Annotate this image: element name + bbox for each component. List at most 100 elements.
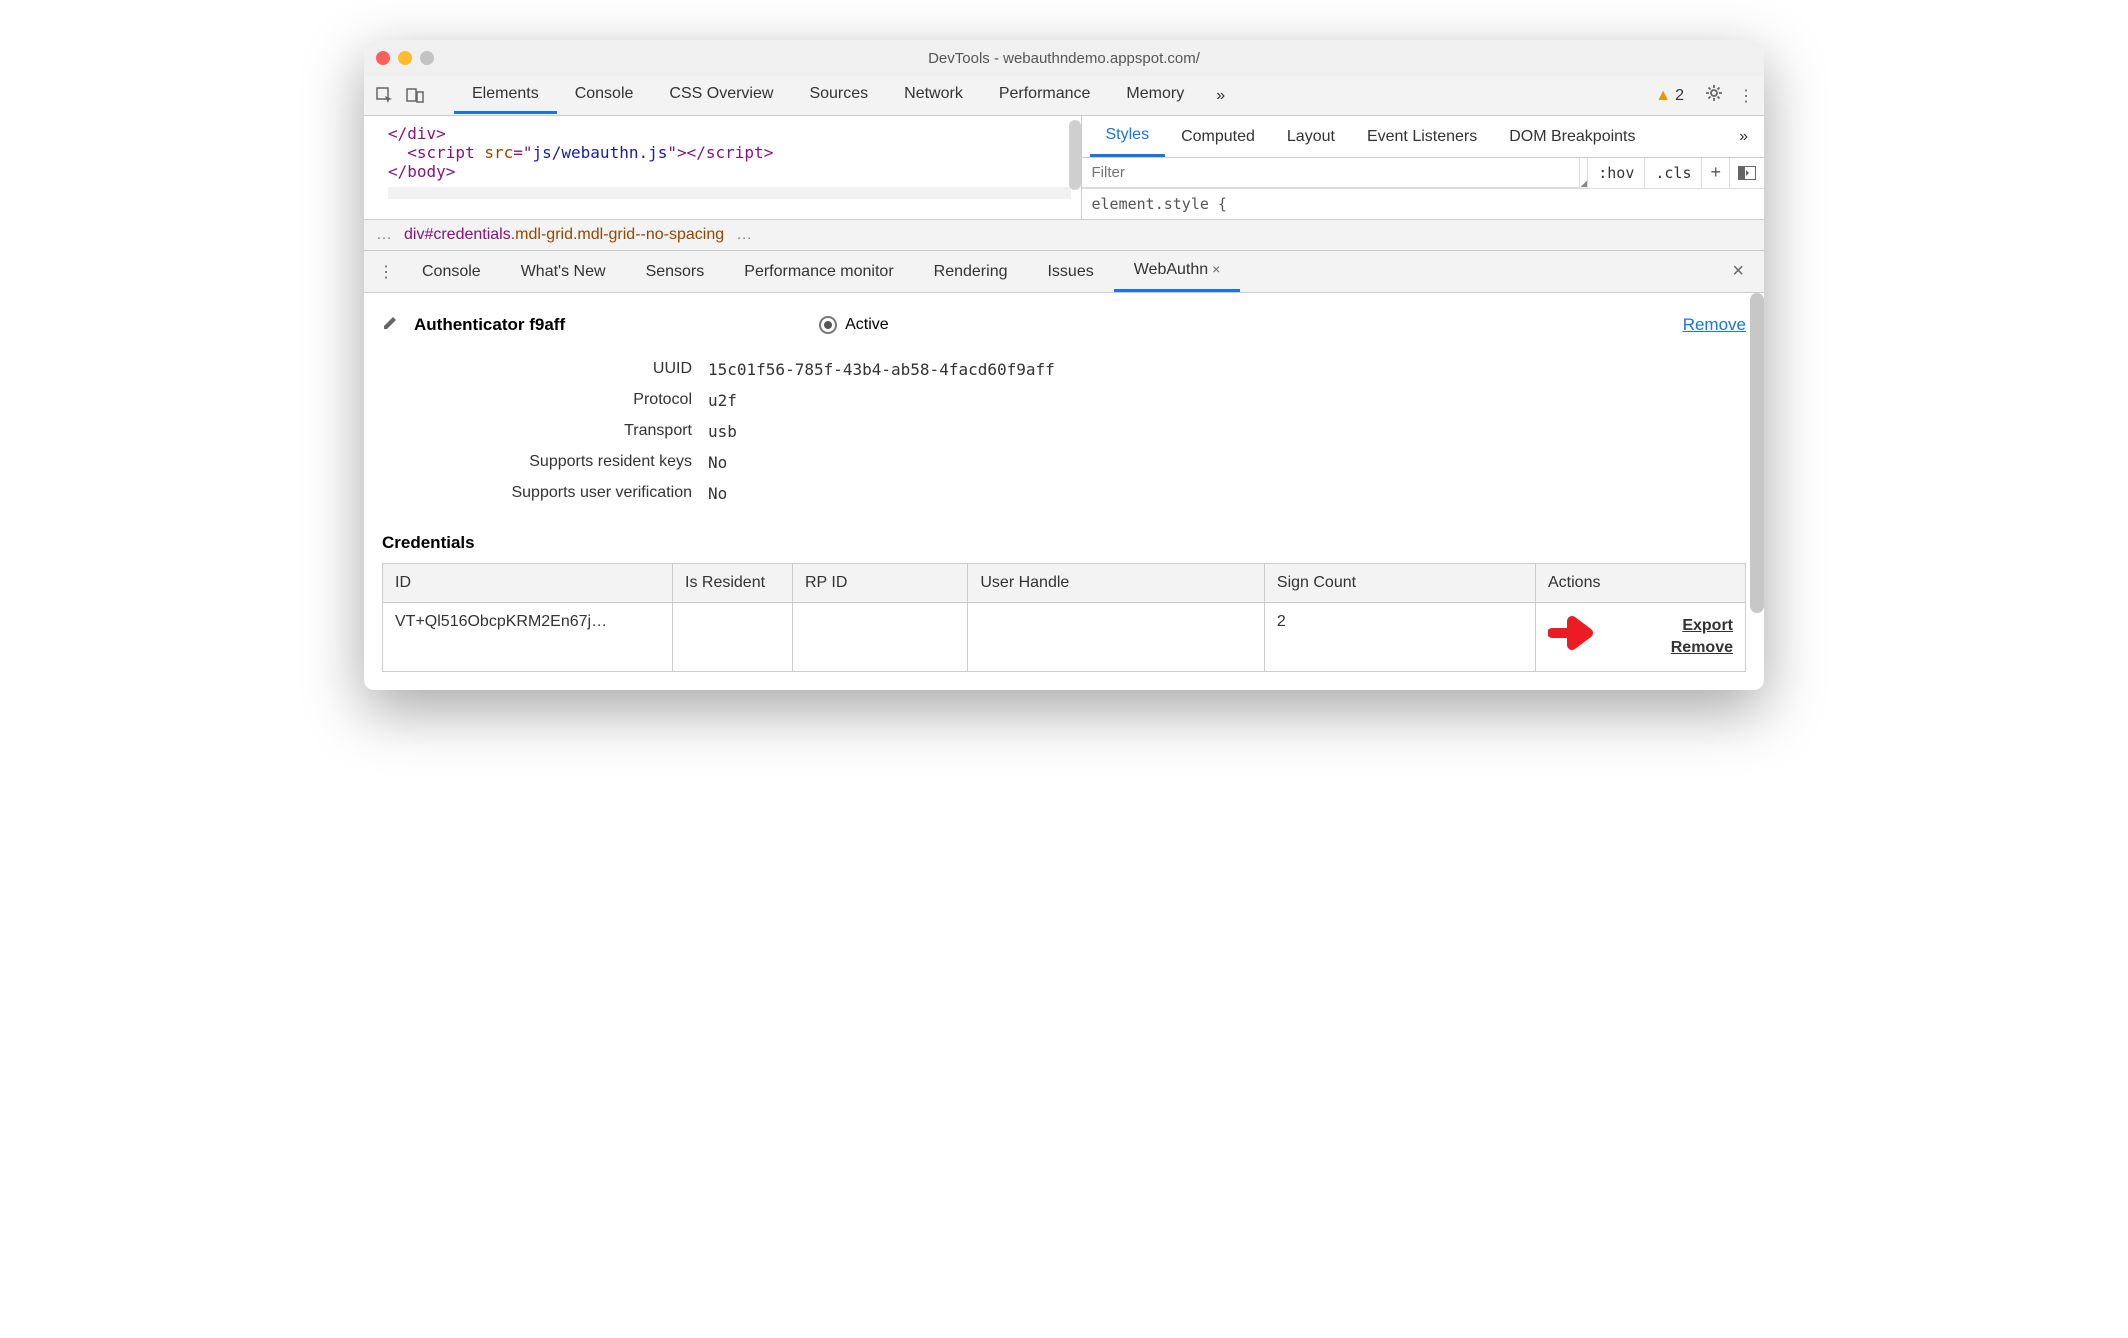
- cred-sign-count: 2: [1264, 603, 1535, 672]
- drawer-tabs: ⋮ Console What's New Sensors Performance…: [364, 251, 1764, 293]
- cred-id: VT+Ql516ObcpKRM2En67j…: [383, 603, 673, 672]
- cls-toggle[interactable]: .cls: [1644, 158, 1701, 188]
- drawer-menu-icon[interactable]: ⋮: [370, 262, 402, 282]
- uuid-value: 15c01f56-785f-43b4-ab58-4facd60f9aff: [708, 360, 1055, 379]
- breadcrumb-right-ellipsis[interactable]: …: [736, 226, 752, 244]
- styles-filter-input[interactable]: [1082, 158, 1581, 188]
- protocol-value: u2f: [708, 391, 737, 410]
- cred-actions: Export Remove: [1536, 603, 1746, 672]
- transport-value: usb: [708, 422, 737, 441]
- devtools-window: DevTools - webauthndemo.appspot.com/ Ele…: [364, 40, 1764, 690]
- webauthn-panel: Authenticator f9aff Active Remove UUID 15…: [364, 293, 1764, 690]
- breadcrumb-left-ellipsis[interactable]: …: [376, 226, 392, 244]
- more-styles-tabs-icon[interactable]: »: [1731, 128, 1756, 146]
- settings-icon[interactable]: [1704, 83, 1724, 108]
- resize-corner-icon: ◢: [1580, 181, 1587, 188]
- source-line: </div>: [388, 124, 446, 143]
- edit-icon[interactable]: [382, 313, 400, 336]
- main-tabs: Elements Console CSS Overview Sources Ne…: [454, 77, 1202, 114]
- window-title: DevTools - webauthndemo.appspot.com/: [928, 50, 1200, 67]
- window-controls: [376, 51, 434, 65]
- credentials-title: Credentials: [382, 533, 1746, 553]
- inspect-icon[interactable]: [374, 85, 396, 107]
- tab-console[interactable]: Console: [557, 77, 652, 114]
- col-id: ID: [383, 564, 673, 603]
- drawer-tab-perf-monitor[interactable]: Performance monitor: [724, 253, 913, 291]
- authenticator-properties: UUID 15c01f56-785f-43b4-ab58-4facd60f9aff…: [382, 354, 1746, 509]
- arrow-right-icon: [1548, 613, 1600, 661]
- col-sign-count: Sign Count: [1264, 564, 1535, 603]
- element-style-rule[interactable]: element.style {: [1082, 189, 1765, 219]
- source-line: </body>: [388, 162, 455, 181]
- drawer-tab-sensors[interactable]: Sensors: [626, 253, 725, 291]
- active-label: Active: [845, 316, 889, 334]
- user-verification-label: Supports user verification: [382, 484, 692, 503]
- styles-pane: Styles Computed Layout Event Listeners D…: [1081, 116, 1765, 219]
- new-style-rule-icon[interactable]: +: [1701, 158, 1729, 188]
- source-line: <script src="js/webauthn.js"></script>: [388, 143, 1071, 162]
- radio-icon: [819, 316, 837, 334]
- table-header-row: ID Is Resident RP ID User Handle Sign Co…: [383, 564, 1746, 603]
- tab-network[interactable]: Network: [886, 77, 981, 114]
- main-menu-icon[interactable]: ⋮: [1738, 86, 1754, 106]
- tab-memory[interactable]: Memory: [1108, 77, 1202, 114]
- tab-performance[interactable]: Performance: [981, 77, 1109, 114]
- close-drawer-icon[interactable]: ×: [1718, 260, 1758, 283]
- table-row: VT+Ql516ObcpKRM2En67j… 2 Export Remove: [383, 603, 1746, 672]
- cred-user-handle: [968, 603, 1265, 672]
- cred-rpid: [793, 603, 968, 672]
- drawer-tab-whats-new[interactable]: What's New: [501, 253, 626, 291]
- credentials-table: ID Is Resident RP ID User Handle Sign Co…: [382, 563, 1746, 672]
- user-verification-value: No: [708, 484, 727, 503]
- filter-row: ◢ :hov .cls +: [1082, 158, 1765, 189]
- close-window-button[interactable]: [376, 51, 390, 65]
- col-actions: Actions: [1536, 564, 1746, 603]
- authenticator-header: Authenticator f9aff Active Remove: [382, 313, 1746, 336]
- warnings-badge[interactable]: ▲ 2: [1655, 87, 1684, 105]
- col-user-handle: User Handle: [968, 564, 1265, 603]
- remove-authenticator-link[interactable]: Remove: [1683, 315, 1746, 335]
- tab-computed[interactable]: Computed: [1165, 118, 1271, 156]
- breadcrumb: … div#credentials.mdl-grid.mdl-grid--no-…: [364, 220, 1764, 251]
- tab-dom-breakpoints[interactable]: DOM Breakpoints: [1493, 118, 1651, 156]
- computed-panel-toggle-icon[interactable]: [1729, 158, 1764, 188]
- hov-toggle[interactable]: :hov: [1587, 158, 1644, 188]
- elements-pane: </div> <script src="js/webauthn.js"></sc…: [364, 116, 1081, 219]
- drawer-tab-rendering[interactable]: Rendering: [914, 253, 1028, 291]
- warning-count: 2: [1675, 87, 1684, 105]
- titlebar: DevTools - webauthndemo.appspot.com/: [364, 40, 1764, 76]
- cred-resident: [673, 603, 793, 672]
- drawer-tab-console[interactable]: Console: [402, 253, 501, 291]
- authenticator-name: Authenticator f9aff: [414, 315, 565, 335]
- tab-event-listeners[interactable]: Event Listeners: [1351, 118, 1493, 156]
- device-toggle-icon[interactable]: [404, 85, 426, 107]
- main-toolbar: Elements Console CSS Overview Sources Ne…: [364, 76, 1764, 116]
- resident-keys-value: No: [708, 453, 727, 472]
- minimize-window-button[interactable]: [398, 51, 412, 65]
- col-resident: Is Resident: [673, 564, 793, 603]
- close-tab-icon[interactable]: ×: [1212, 261, 1220, 277]
- tab-css-overview[interactable]: CSS Overview: [651, 77, 791, 114]
- transport-label: Transport: [382, 422, 692, 441]
- tab-layout[interactable]: Layout: [1271, 118, 1351, 156]
- tab-elements[interactable]: Elements: [454, 77, 557, 114]
- drawer-tab-webauthn[interactable]: WebAuthn×: [1114, 251, 1241, 292]
- horizontal-scrollbar[interactable]: [388, 187, 1071, 199]
- col-rpid: RP ID: [793, 564, 968, 603]
- tab-sources[interactable]: Sources: [791, 77, 886, 114]
- zoom-window-button[interactable]: [420, 51, 434, 65]
- export-credential-link[interactable]: Export: [1682, 617, 1733, 635]
- panel-scrollbar[interactable]: [1750, 293, 1764, 613]
- warning-icon: ▲: [1655, 87, 1671, 105]
- vertical-scrollbar[interactable]: [1069, 120, 1081, 190]
- active-radio[interactable]: Active: [819, 316, 889, 334]
- styles-tabs: Styles Computed Layout Event Listeners D…: [1082, 116, 1765, 158]
- more-tabs-icon[interactable]: »: [1216, 87, 1225, 105]
- resident-keys-label: Supports resident keys: [382, 453, 692, 472]
- remove-credential-link[interactable]: Remove: [1671, 639, 1733, 657]
- tab-styles[interactable]: Styles: [1090, 116, 1166, 157]
- breadcrumb-node[interactable]: div#credentials.mdl-grid.mdl-grid--no-sp…: [404, 226, 724, 244]
- drawer-tab-issues[interactable]: Issues: [1027, 253, 1113, 291]
- uuid-label: UUID: [382, 360, 692, 379]
- protocol-label: Protocol: [382, 391, 692, 410]
